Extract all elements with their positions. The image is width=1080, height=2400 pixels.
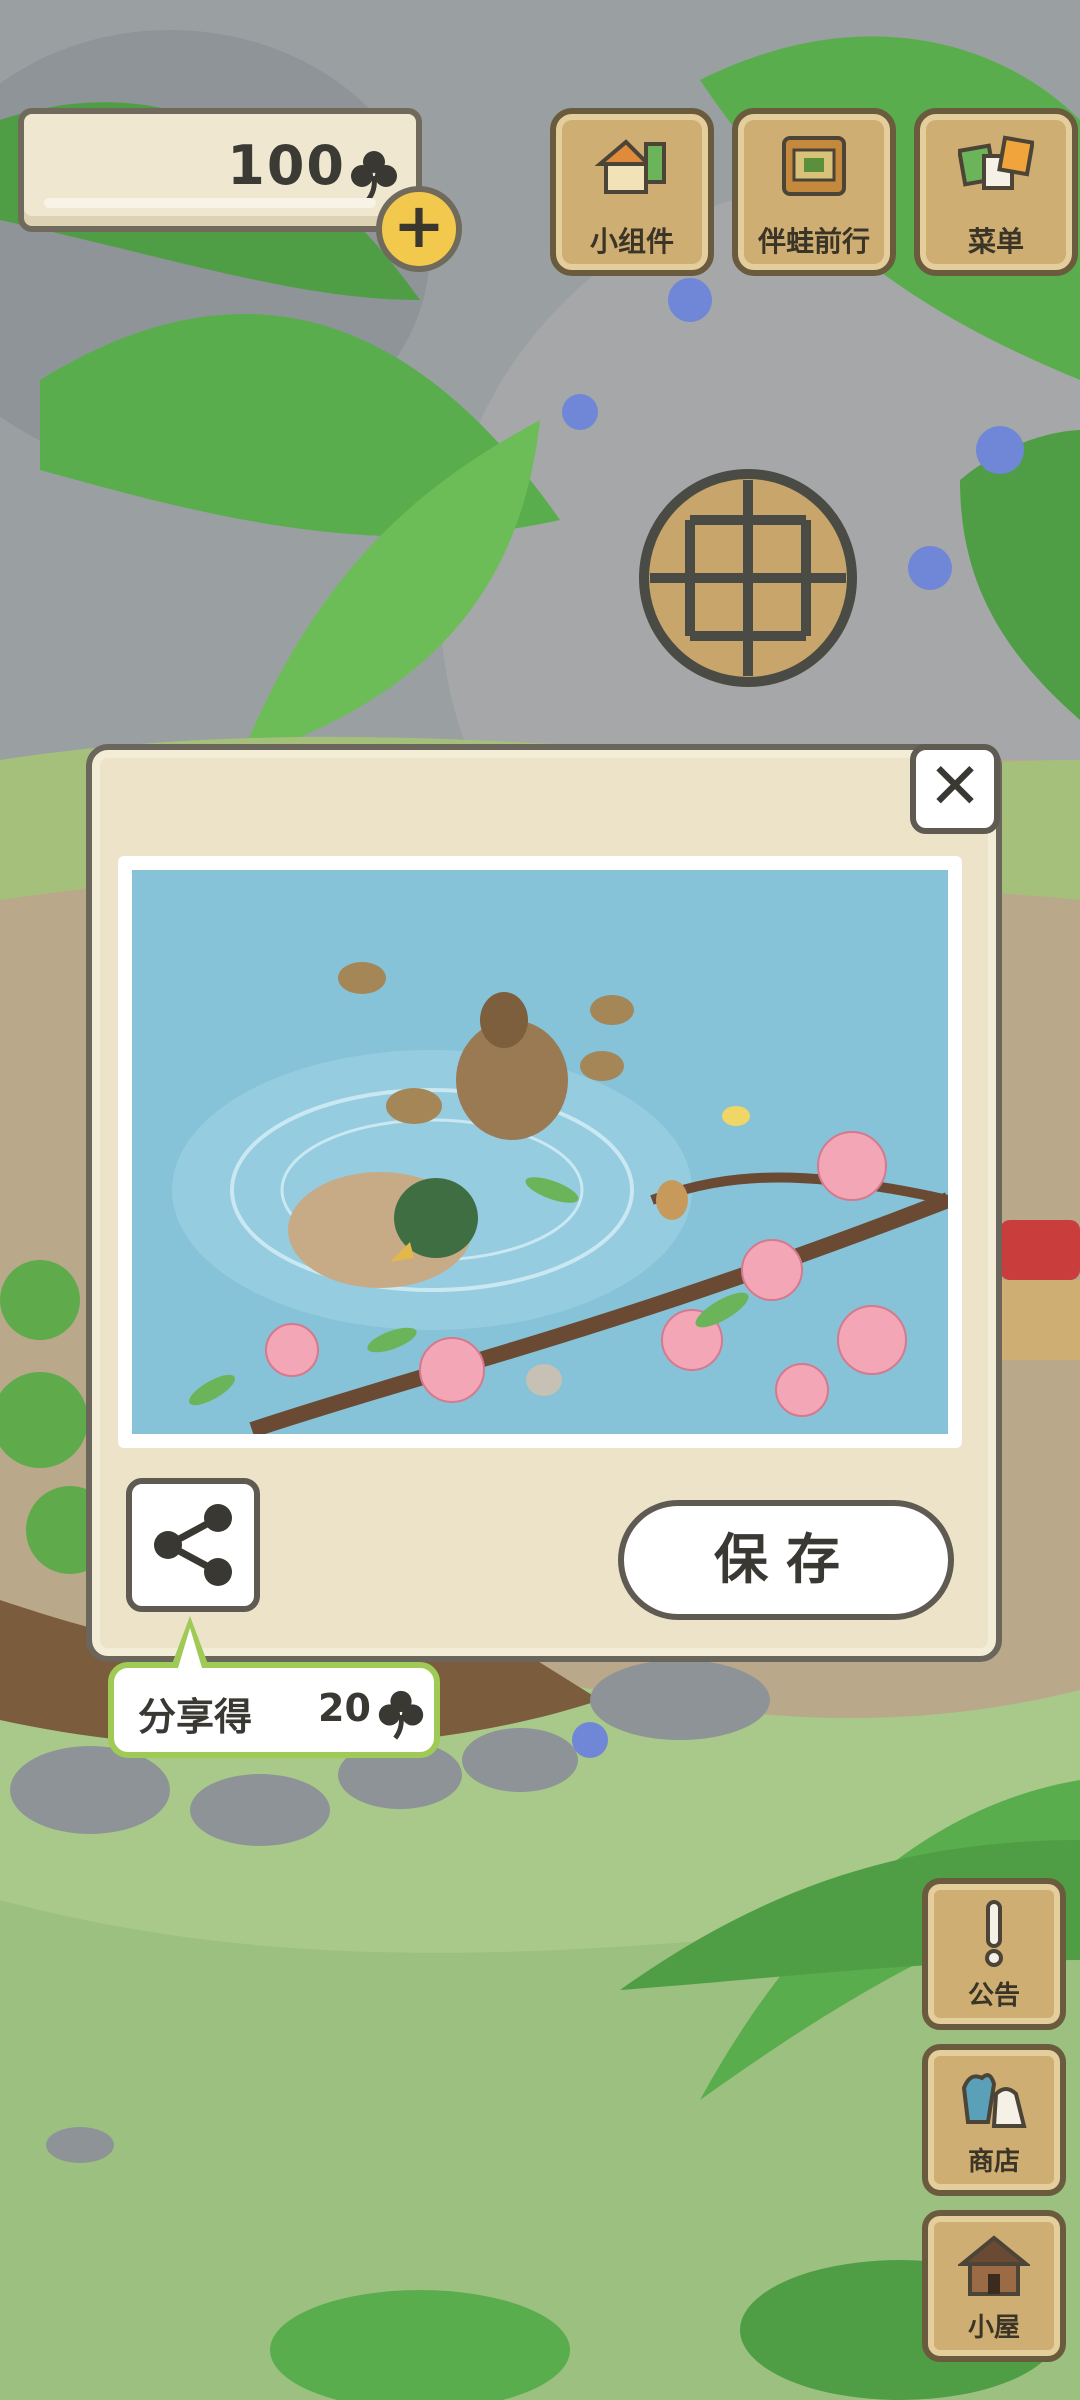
travel-button[interactable]: 伴蛙前行 [732, 108, 896, 276]
shop-bag-icon [961, 2073, 1027, 2128]
notice-button[interactable]: 公告 [922, 1878, 1066, 2030]
travel-book-icon [782, 136, 846, 196]
close-button[interactable]: ✕ [910, 744, 1000, 834]
add-clover-button[interactable]: + [376, 186, 462, 272]
clover-amount: 100 [227, 134, 346, 197]
clover-progress-bar [44, 198, 376, 208]
share-reward-amount: 20 [318, 1686, 371, 1730]
house-button[interactable]: 小屋 [922, 2210, 1066, 2362]
house-icon [958, 2235, 1030, 2296]
menu-cards-icon [958, 135, 1034, 190]
widgets-button[interactable]: 小组件 [550, 108, 714, 276]
widgets-label: 小组件 [589, 225, 674, 258]
exclamation-icon [985, 1900, 1003, 1967]
shop-label: 商店 [967, 2147, 1020, 2177]
photo-postcard [132, 870, 948, 1434]
house-label: 小屋 [967, 2313, 1020, 2343]
shop-button[interactable]: 商店 [922, 2044, 1066, 2196]
widget-icon [594, 139, 666, 194]
menu-button[interactable]: 菜单 [914, 108, 1078, 276]
notice-label: 公告 [967, 1981, 1020, 2011]
duck-pond-photo [132, 870, 948, 1434]
share-reward-text: 分享得 [138, 1695, 253, 1739]
clover-icon [378, 1690, 424, 1740]
travel-label: 伴蛙前行 [757, 225, 870, 258]
clover-counter: 100 [18, 108, 422, 232]
share-reward-tooltip: 分享得 20 [108, 1616, 440, 1758]
share-icon [154, 1504, 232, 1586]
save-button[interactable]: 保存 [618, 1500, 954, 1620]
menu-label: 菜单 [967, 225, 1024, 258]
share-button[interactable] [126, 1478, 260, 1612]
